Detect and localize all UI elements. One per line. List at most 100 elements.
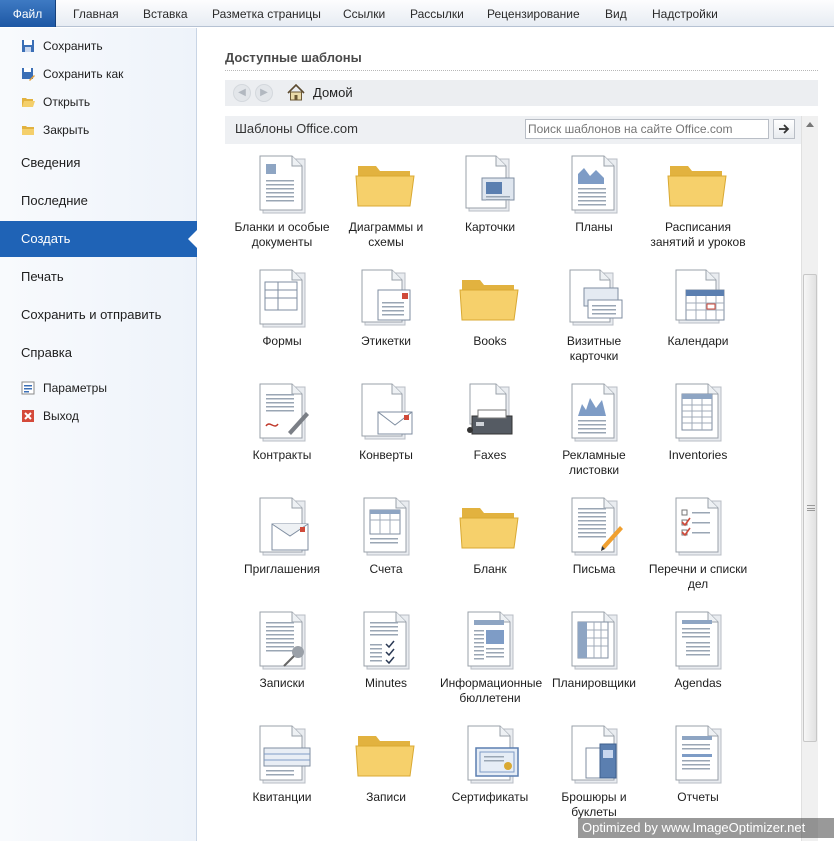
labels-icon — [361, 269, 411, 326]
backstage-tab-new[interactable]: Создать — [0, 221, 197, 257]
exit-icon — [22, 410, 34, 422]
template-label: Рекламные листовки — [562, 448, 626, 477]
planner-icon — [571, 611, 618, 670]
template-label: Расписания занятий и уроков — [650, 220, 746, 249]
template-tile[interactable]: Визитные карточки — [544, 262, 644, 376]
home-label[interactable]: Домой — [313, 80, 353, 106]
template-tile[interactable]: Брошюры и буклеты — [544, 718, 644, 832]
template-tile[interactable]: Планы — [544, 148, 644, 262]
template-tile[interactable]: Сертификаты — [440, 718, 540, 832]
template-tile[interactable]: Записи — [336, 718, 436, 832]
open-folder-icon — [22, 98, 35, 107]
exit-command[interactable]: Выход — [0, 403, 197, 429]
template-label: Бланки и особые документы — [234, 220, 330, 249]
close-command[interactable]: Закрыть — [0, 117, 197, 143]
exit-label: Выход — [43, 409, 79, 423]
template-label: Сертификаты — [451, 790, 529, 804]
template-tile[interactable]: Квитанции — [232, 718, 332, 832]
tab-home[interactable]: Главная — [73, 0, 119, 27]
template-tile[interactable]: Приглашения — [232, 490, 332, 604]
search-go-button[interactable] — [773, 119, 795, 139]
template-tile[interactable]: Расписания занятий и уроков — [648, 148, 748, 262]
template-tile[interactable]: Письма — [544, 490, 644, 604]
template-tile[interactable]: Faxes — [440, 376, 540, 490]
tab-review[interactable]: Рецензирование — [487, 0, 580, 27]
templates-pane: Доступные шаблоны ◀ ▶ Домой Шаблоны Offi… — [198, 28, 834, 841]
receipt-icon — [259, 725, 311, 784]
template-tile[interactable]: Minutes — [336, 604, 436, 718]
template-label: Планы — [575, 220, 613, 234]
back-arrow-icon[interactable]: ◀ — [233, 84, 251, 102]
invitation-icon — [259, 497, 309, 556]
template-tile[interactable]: Этикетки — [336, 262, 436, 376]
template-tile[interactable]: Контракты — [232, 376, 332, 490]
template-nav-bar: ◀ ▶ Домой — [225, 80, 818, 106]
backstage-tab-print[interactable]: Печать — [0, 259, 197, 295]
template-tile[interactable]: Books — [440, 262, 540, 376]
save-label: Сохранить — [43, 39, 103, 53]
forward-arrow-icon[interactable]: ▶ — [255, 84, 273, 102]
folder-icon — [667, 166, 727, 207]
scroll-up-icon[interactable] — [806, 122, 814, 127]
tab-addins[interactable]: Надстройки — [652, 0, 718, 27]
template-tile[interactable]: Диаграммы и схемы — [336, 148, 436, 262]
template-tile[interactable]: Счета — [336, 490, 436, 604]
tab-view[interactable]: Вид — [605, 0, 627, 27]
template-label: Формы — [262, 334, 302, 348]
template-tile[interactable]: Рекламные листовки — [544, 376, 644, 490]
available-templates-heading: Доступные шаблоны — [225, 50, 362, 65]
save-command[interactable]: Сохранить — [0, 33, 197, 59]
agenda-icon — [675, 611, 722, 670]
template-label: Счета — [369, 562, 403, 576]
open-command[interactable]: Открыть — [0, 89, 197, 115]
watermark-text: Optimized by www.ImageOptimizer.net — [578, 818, 834, 838]
checklist-icon — [675, 497, 722, 556]
template-tile[interactable]: Календари — [648, 262, 748, 376]
close-folder-icon — [22, 126, 34, 135]
options-label: Параметры — [43, 381, 107, 395]
vertical-scrollbar[interactable] — [801, 116, 818, 841]
tab-insert[interactable]: Вставка — [143, 0, 188, 27]
tab-mailings[interactable]: Рассылки — [410, 0, 464, 27]
open-label: Открыть — [43, 95, 91, 109]
backstage-tab-info[interactable]: Сведения — [0, 145, 197, 181]
template-tile[interactable]: Отчеты — [648, 718, 748, 832]
template-label: Приглашения — [244, 562, 320, 576]
template-label: Faxes — [473, 448, 507, 462]
template-tile[interactable]: Информационные бюллетени — [440, 604, 542, 718]
template-tile[interactable]: Записки — [232, 604, 332, 718]
template-tile[interactable]: Inventories — [648, 376, 748, 490]
template-tile[interactable]: Agendas — [648, 604, 748, 718]
template-label: Календари — [667, 334, 729, 348]
template-label: Планировщики — [552, 676, 636, 690]
template-tile[interactable]: Перечни и списки дел — [648, 490, 748, 604]
save-as-command[interactable]: Сохранить как — [0, 61, 197, 87]
template-label: Agendas — [674, 676, 722, 690]
template-tile[interactable]: Планировщики — [544, 604, 644, 718]
office-templates-bar: Шаблоны Office.com — [225, 116, 802, 144]
backstage-tab-help[interactable]: Справка — [0, 335, 197, 371]
template-search-input[interactable] — [525, 119, 769, 139]
scrollbar-thumb[interactable] — [803, 274, 817, 742]
tab-file[interactable]: Файл — [0, 0, 56, 27]
folder-icon — [459, 280, 519, 321]
template-label: Записи — [366, 790, 406, 804]
heading-divider — [225, 70, 818, 71]
template-tile[interactable]: Бланк — [440, 490, 540, 604]
home-icon[interactable] — [287, 84, 305, 101]
template-label: Бланк — [473, 562, 507, 576]
template-tile[interactable]: Бланки и особые документы — [232, 148, 332, 262]
forms-icon — [259, 269, 306, 328]
save-icon — [22, 40, 34, 52]
tab-references[interactable]: Ссылки — [343, 0, 385, 27]
backstage-tab-share[interactable]: Сохранить и отправить — [0, 297, 197, 333]
options-command[interactable]: Параметры — [0, 375, 197, 401]
template-tile[interactable]: Карточки — [440, 148, 540, 262]
template-tile[interactable]: Конверты — [336, 376, 436, 490]
template-label: Отчеты — [677, 790, 719, 804]
memo-icon — [259, 611, 306, 670]
backstage-tab-recent[interactable]: Последние — [0, 183, 197, 219]
template-tile[interactable]: Формы — [232, 262, 332, 376]
tab-page-layout[interactable]: Разметка страницы — [212, 0, 321, 27]
certificate-icon — [467, 725, 519, 784]
